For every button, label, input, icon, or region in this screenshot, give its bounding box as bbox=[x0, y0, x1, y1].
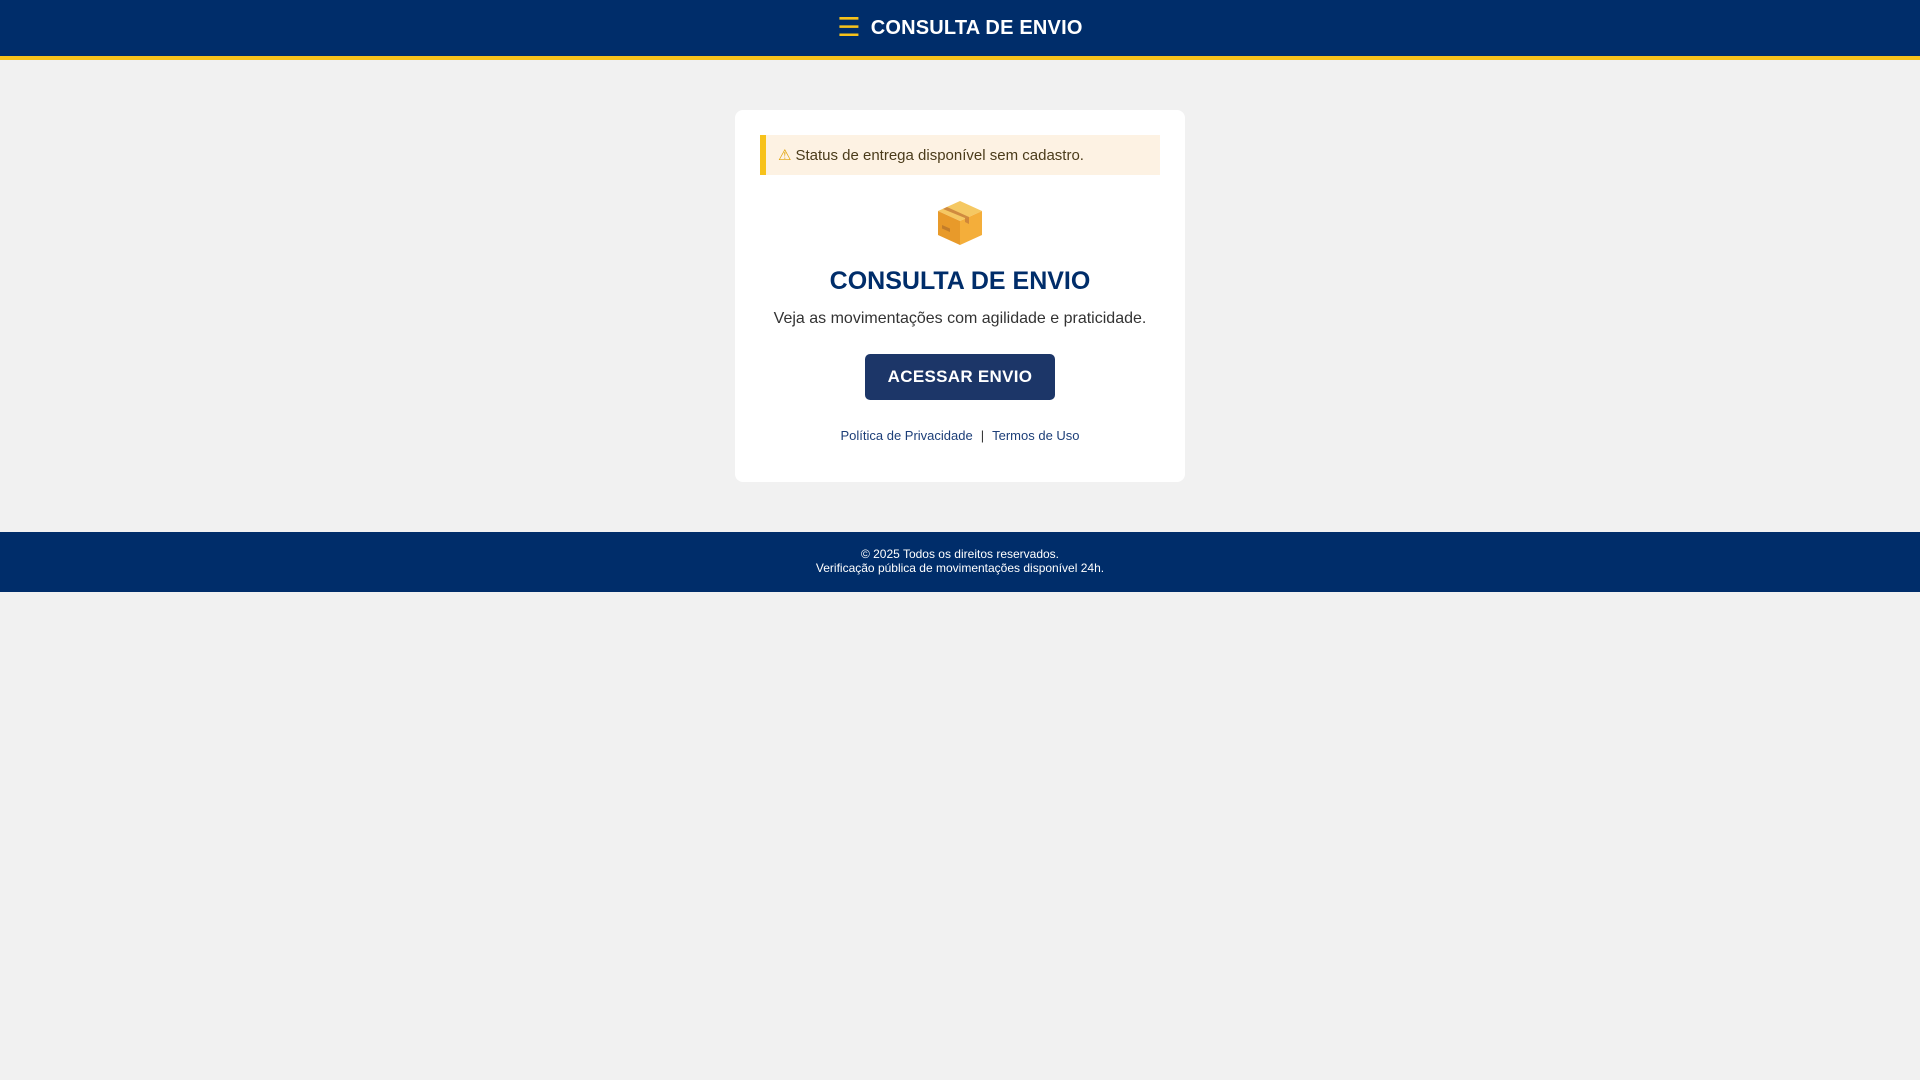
warning-icon: ⚠ bbox=[778, 146, 792, 164]
shipment-card: ⚠ Status de entrega disponível sem cadas… bbox=[735, 110, 1185, 482]
privacy-policy-link[interactable]: Política de Privacidade bbox=[840, 428, 972, 443]
package-icon bbox=[934, 197, 986, 249]
terms-of-use-link[interactable]: Termos de Uso bbox=[992, 428, 1079, 443]
menu-icon[interactable]: ☰ bbox=[837, 15, 860, 41]
alert-text: Status de entrega disponível sem cadastr… bbox=[795, 146, 1084, 164]
header-title: CONSULTA DE ENVIO bbox=[870, 16, 1083, 39]
link-separator: | bbox=[980, 428, 985, 443]
footer-availability: Verificação pública de movimentações dis… bbox=[815, 561, 1105, 575]
legal-links: Política de Privacidade | Termos de Uso bbox=[760, 428, 1160, 443]
page-footer: © 2025 Todos os direitos reservados. Ver… bbox=[0, 532, 1920, 592]
alert-banner: ⚠ Status de entrega disponível sem cadas… bbox=[760, 135, 1160, 175]
top-header: ☰ CONSULTA DE ENVIO bbox=[0, 0, 1920, 60]
card-subtitle: Veja as movimentações com agilidade e pr… bbox=[773, 310, 1147, 327]
access-shipment-button[interactable]: ACESSAR ENVIO bbox=[864, 354, 1056, 400]
footer-copyright: © 2025 Todos os direitos reservados. bbox=[860, 547, 1060, 561]
main-content: ⚠ Status de entrega disponível sem cadas… bbox=[0, 60, 1920, 532]
card-title: CONSULTA DE ENVIO bbox=[829, 267, 1091, 295]
